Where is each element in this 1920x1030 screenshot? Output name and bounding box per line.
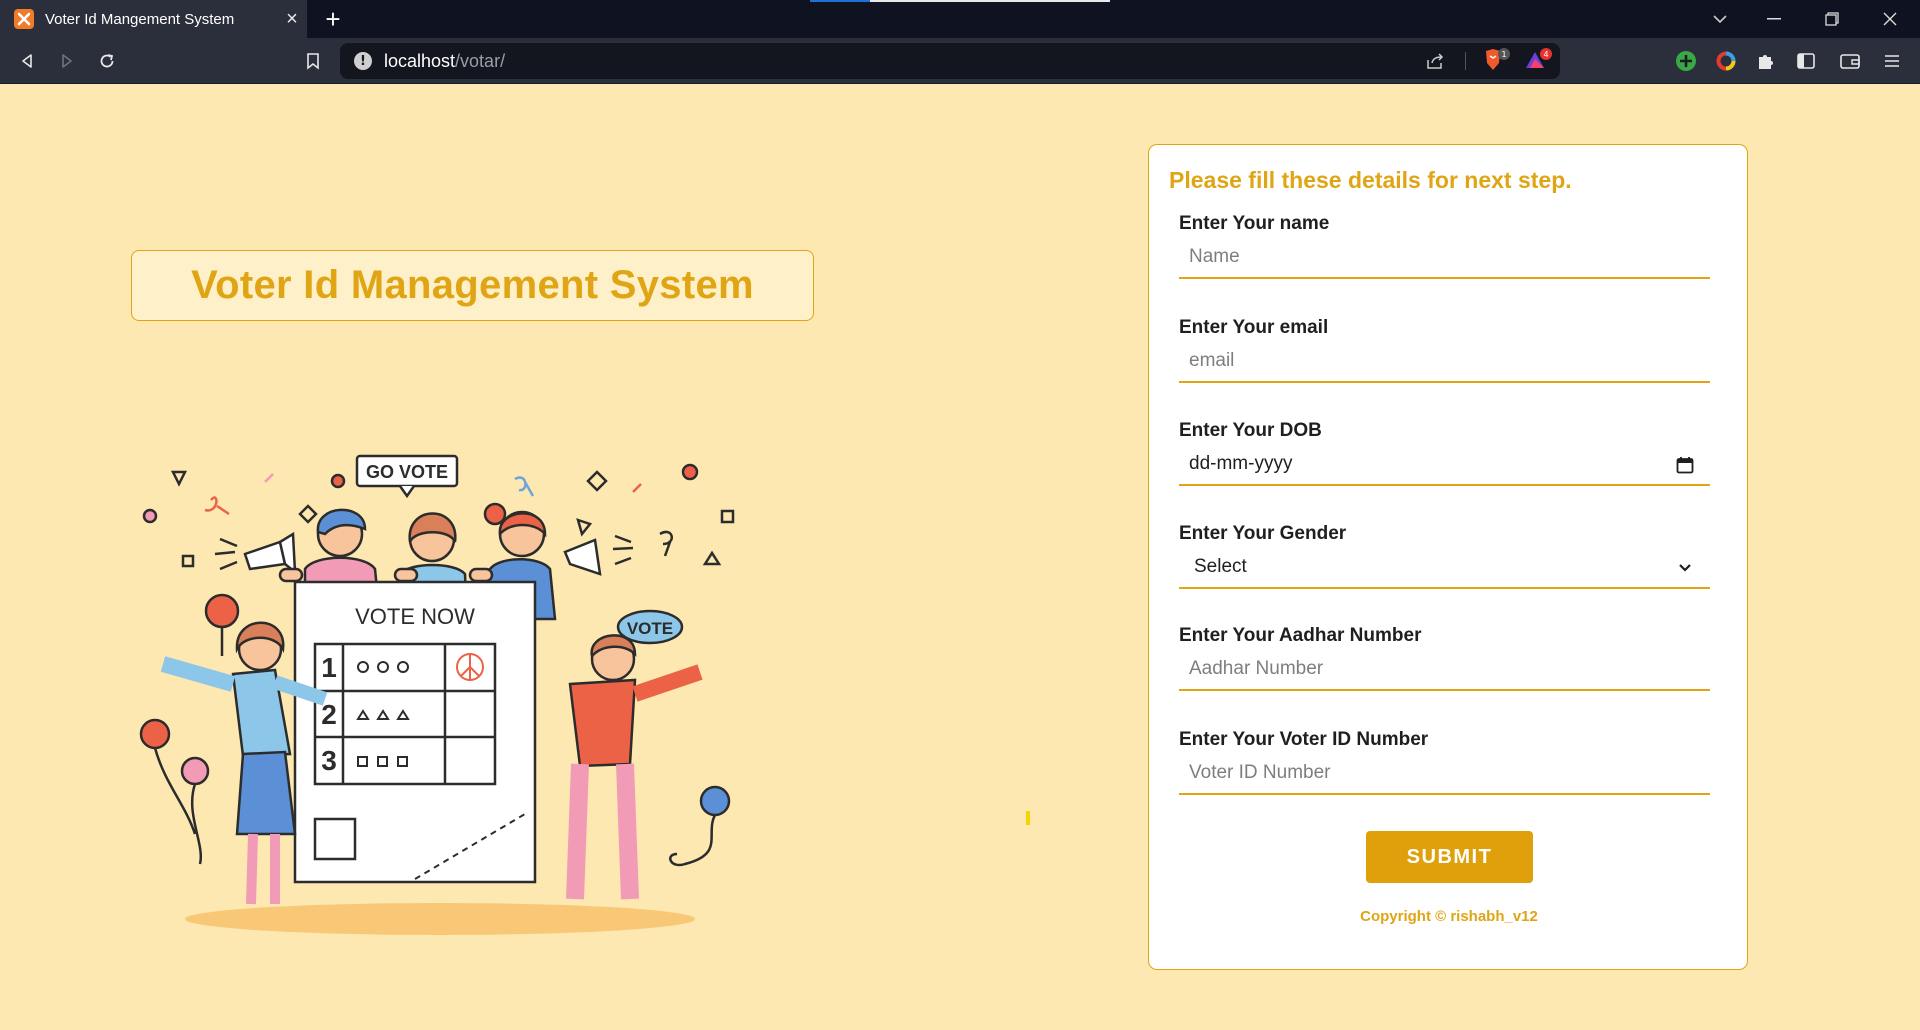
email-label: Enter Your email [1179,317,1329,338]
aadhar-input[interactable] [1179,651,1710,687]
ballot-row-3: 3 [321,745,337,776]
bookmark-icon[interactable] [298,46,328,76]
voter-id-label: Enter Your Voter ID Number [1179,729,1429,750]
share-icon[interactable] [1425,43,1445,79]
xampp-favicon-icon [14,9,34,29]
name-field: Enter Your name [1179,213,1710,279]
text-cursor-marker [1026,811,1030,825]
tab-title: Voter Id Mangement System [45,10,235,28]
gender-underline [1179,587,1710,589]
vote-bubble-text: VOTE [627,619,673,638]
go-vote-text: GO VOTE [366,462,448,482]
extensions-puzzle-icon[interactable] [1751,46,1781,76]
details-form-card: Please fill these details for next step.… [1148,144,1748,970]
go-vote-sign: GO VOTE [355,454,459,499]
ground-shadow [185,903,695,935]
menu-hamburger-icon[interactable] [1877,46,1907,76]
person-right-cheering: VOTE [566,609,703,900]
aadhar-field: Enter Your Aadhar Number [1179,625,1710,691]
email-field: Enter Your email [1179,317,1710,383]
browser-tab-strip: Voter Id Mangement System × + [0,0,1920,38]
url-host: localhost [384,50,456,71]
forward-icon[interactable] [52,46,82,76]
brave-rewards-icon[interactable]: 4 [1524,43,1554,79]
window-drag-indicator [810,0,1110,2]
brave-shields-icon[interactable]: 1 [1482,43,1512,79]
page-title: Voter Id Management System [131,250,814,321]
voter-id-underline [1179,793,1710,795]
restore-icon[interactable] [1804,0,1860,38]
address-bar[interactable]: ! localhost/votar/ 1 4 [340,43,1560,79]
email-underline [1179,381,1710,383]
aadhar-underline [1179,689,1710,691]
extension-color-ring-icon[interactable] [1711,46,1741,76]
ballot-heading: VOTE NOW [355,604,475,629]
tab-search-chevron-down-icon[interactable] [1692,0,1748,38]
voter-id-field: Enter Your Voter ID Number [1179,729,1710,795]
email-input[interactable] [1179,343,1710,379]
form-heading: Please fill these details for next step. [1169,167,1572,193]
sidebar-toggle-icon[interactable] [1791,46,1821,76]
dob-label: Enter Your DOB [1179,420,1322,441]
shields-badge: 1 [1501,50,1506,59]
dob-input[interactable]: dd-mm-yyyy [1189,453,1292,475]
copyright-text: Copyright © rishabh_v12 [1360,908,1538,925]
browser-tab-active[interactable]: Voter Id Mangement System × [0,0,307,38]
url-path: /votar/ [455,50,506,71]
chevron-down-icon[interactable] [1674,557,1696,579]
url-divider [1465,52,1466,70]
voting-illustration: GO VOTE VOTE NOW 1 2 3 VOTE [139,454,735,935]
window-close-icon[interactable] [1862,0,1918,38]
submit-button[interactable]: SUBMIT [1366,831,1533,883]
dob-underline [1179,484,1710,486]
dob-field: Enter Your DOB dd-mm-yyyy [1179,420,1710,486]
site-info-icon[interactable]: ! [354,52,372,70]
ballot-row-2: 2 [321,699,337,730]
page-body: Voter Id Management System GO VOTE VOTE … [0,84,1920,1030]
name-input[interactable] [1179,239,1710,275]
back-icon[interactable] [12,46,42,76]
ballot-board: VOTE NOW 1 2 3 [278,567,537,884]
new-tab-button[interactable]: + [318,4,348,34]
aadhar-label: Enter Your Aadhar Number [1179,625,1422,646]
name-label: Enter Your name [1179,213,1330,234]
name-underline [1179,277,1710,279]
wallet-icon[interactable] [1835,46,1865,76]
gender-select[interactable]: Select [1194,556,1247,578]
reload-icon[interactable] [92,46,122,76]
tab-close-icon[interactable]: × [277,8,307,31]
voter-id-input[interactable] [1179,755,1710,791]
extension-green-plus-icon[interactable] [1671,46,1701,76]
calendar-icon[interactable] [1674,454,1696,476]
ballot-row-1: 1 [321,652,337,683]
minimize-icon[interactable] [1746,0,1802,38]
gender-label: Enter Your Gender [1179,523,1347,544]
gender-field: Enter Your Gender Select [1179,523,1710,589]
browser-toolbar: ! localhost/votar/ 1 4 [0,38,1920,84]
rewards-badge: 4 [1543,50,1548,59]
